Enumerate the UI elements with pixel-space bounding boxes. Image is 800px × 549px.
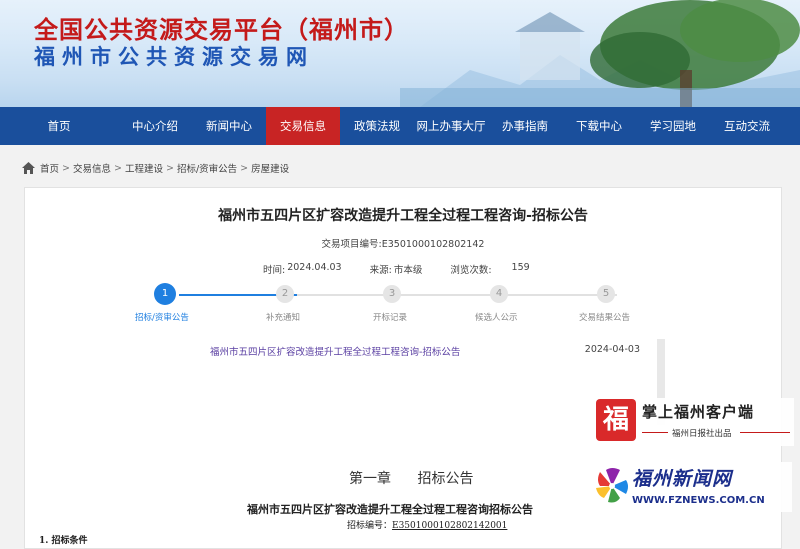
nav-item-trade-info[interactable]: 交易信息 xyxy=(266,107,340,145)
step-3[interactable]: 3 xyxy=(383,285,401,303)
app-ad-subtitle: 福州日报社出品 xyxy=(672,429,732,439)
breadcrumb: 首页 > 交易信息 > 工程建设 > 招标/资审公告 > 房屋建设 xyxy=(22,160,289,176)
step-label-4[interactable]: 候选人公示 xyxy=(475,311,518,323)
process-steps: 1 2 3 4 5 招标/资审公告 补充通知 开标记录 候选人公示 交易结果公告 xyxy=(129,283,657,324)
step-label-1[interactable]: 招标/资审公告 xyxy=(135,311,189,323)
breadcrumb-building[interactable]: 房屋建设 xyxy=(251,161,289,175)
source-label: 来源: xyxy=(369,265,392,276)
nav-item-home[interactable]: 首页 xyxy=(0,107,118,145)
news-ad-url: WWW.FZNEWS.COM.CN xyxy=(632,495,765,506)
step-label-2[interactable]: 补充通知 xyxy=(266,311,300,323)
doc-heading: 第一章 招标公告 xyxy=(349,468,495,488)
source-value: 市本级 xyxy=(393,265,423,276)
nav-item-policy[interactable]: 政策法规 xyxy=(340,107,414,145)
time-value: 2024.04.03 xyxy=(287,262,342,273)
step-2[interactable]: 2 xyxy=(276,285,294,303)
notice-link[interactable]: 福州市五四片区扩容改造提升工程全过程工程咨询-招标公告 xyxy=(210,347,460,358)
site-subtitle: 福州市公共资源交易网 xyxy=(34,45,314,69)
step-4[interactable]: 4 xyxy=(490,285,508,303)
breadcrumb-trade-info[interactable]: 交易信息 xyxy=(73,161,111,175)
nav-item-online-hall[interactable]: 网上办事大厅 xyxy=(414,107,488,145)
page-title: 福州市五四片区扩容改造提升工程全过程工程咨询-招标公告 xyxy=(218,208,588,224)
breadcrumb-engineering[interactable]: 工程建设 xyxy=(125,161,163,175)
breadcrumb-tender-notice[interactable]: 招标/资审公告 xyxy=(177,161,237,175)
notice-row: 福州市五四片区扩容改造提升工程全过程工程咨询-招标公告 2024-04-03 xyxy=(210,344,665,358)
nav-item-download[interactable]: 下载中心 xyxy=(562,107,636,145)
doc-section: 1. 招标条件 xyxy=(39,536,88,546)
news-ad-title: 福州新闻网 xyxy=(632,468,733,490)
project-number: 交易项目编号:E3501000102802142 xyxy=(321,239,485,250)
doc-chapter: 第一章 xyxy=(349,471,391,487)
nav-item-interact[interactable]: 互动交流 xyxy=(710,107,784,145)
main-nav: 首页 中心介绍 新闻中心 交易信息 政策法规 网上办事大厅 办事指南 下载中心 … xyxy=(0,107,800,145)
news-ad[interactable]: 福州新闻网 WWW.FZNEWS.COM.CN xyxy=(592,462,792,512)
news-logo-icon xyxy=(596,468,628,503)
views-label: 浏览次数: xyxy=(450,265,492,276)
doc-number: 招标编号：E3501000102802142001 xyxy=(347,518,507,531)
notice-date: 2024-04-03 xyxy=(584,344,640,355)
app-ad[interactable]: 福 掌上福州客户端 福州日报社出品 xyxy=(594,398,794,446)
step-1[interactable]: 1 xyxy=(154,283,176,305)
header-banner: 全国公共资源交易平台（福州市） 福州市公共资源交易网 xyxy=(0,0,800,107)
breadcrumb-home[interactable]: 首页 xyxy=(40,161,59,175)
time-label: 时间: xyxy=(263,265,286,276)
doc-chapter-title: 招标公告 xyxy=(417,471,474,487)
doc-title: 福州市五四片区扩容改造提升工程全过程工程咨询招标公告 xyxy=(247,503,533,516)
nav-item-guide[interactable]: 办事指南 xyxy=(488,107,562,145)
app-logo: 福 xyxy=(596,399,636,441)
step-label-5[interactable]: 交易结果公告 xyxy=(579,311,630,323)
step-label-3[interactable]: 开标记录 xyxy=(373,311,407,323)
nav-item-news[interactable]: 新闻中心 xyxy=(192,107,266,145)
doc-number-label: 招标编号： xyxy=(347,521,393,531)
views-value: 159 xyxy=(511,262,530,273)
nav-item-learning[interactable]: 学习园地 xyxy=(636,107,710,145)
site-title: 全国公共资源交易平台（福州市） xyxy=(34,16,409,44)
app-ad-title: 掌上福州客户端 xyxy=(642,403,755,421)
nav-item-about[interactable]: 中心介绍 xyxy=(118,107,192,145)
step-5[interactable]: 5 xyxy=(597,285,615,303)
home-icon xyxy=(22,162,35,174)
article-meta: 时间: 2024.04.03 来源: 市本级 浏览次数: 159 xyxy=(263,262,536,276)
doc-number-value: E3501000102802142001 xyxy=(392,521,508,531)
